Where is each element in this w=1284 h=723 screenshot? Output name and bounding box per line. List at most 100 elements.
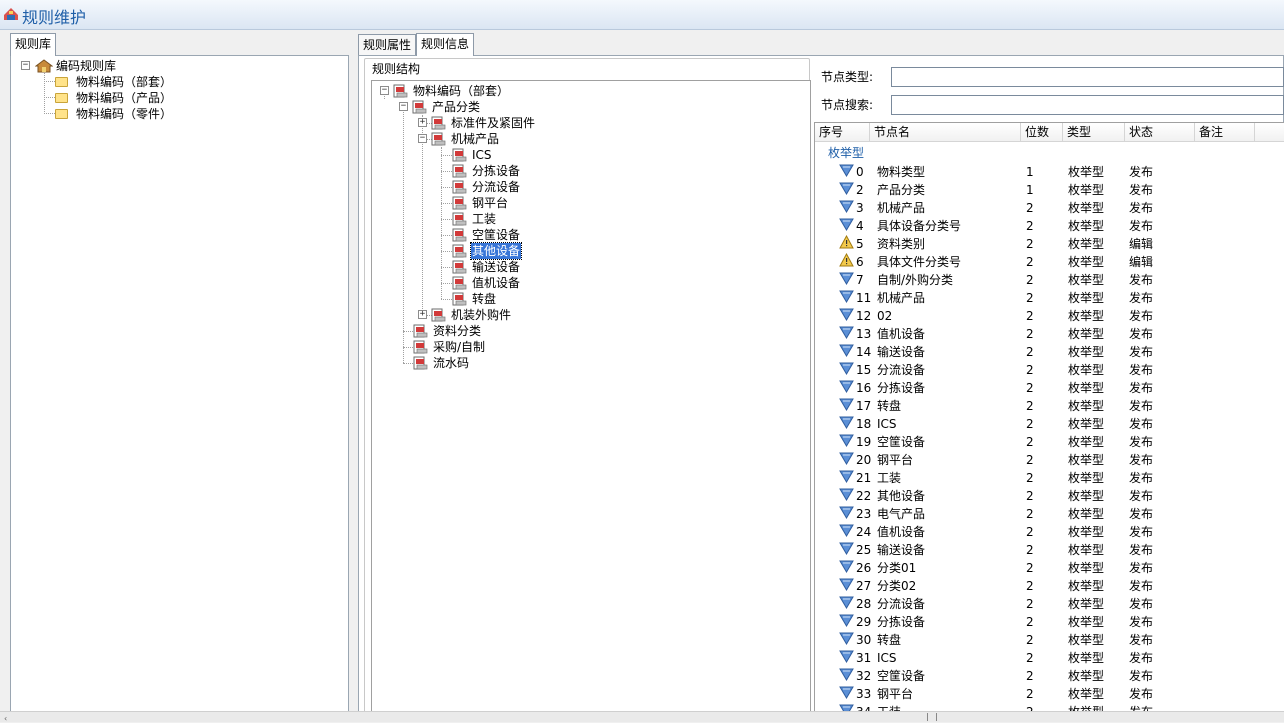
table-row[interactable]: 7 自制/外购分类 2 枚举型 发布 <box>815 271 1284 289</box>
rule-node-icon <box>413 324 428 338</box>
cell-type: 枚举型 <box>1068 381 1105 395</box>
table-row[interactable]: 6 具体文件分类号 2 枚举型 编辑 <box>815 252 1284 271</box>
table-row[interactable]: 21 工装 2 枚举型 发布 <box>815 469 1284 487</box>
table-row[interactable]: 23 电气产品 2 枚举型 发布 <box>815 505 1284 523</box>
cell-name: ICS <box>877 651 897 665</box>
down-triangle-icon <box>839 649 854 663</box>
down-triangle-icon <box>839 325 854 339</box>
col-digits-header[interactable]: 位数 <box>1021 123 1063 142</box>
col-seq-header[interactable]: 序号 <box>815 123 870 142</box>
collapse-icon[interactable]: − <box>418 134 427 143</box>
down-triangle-icon <box>839 469 854 483</box>
structure-node-label: 值机设备 <box>472 276 521 290</box>
table-row[interactable]: 20 钢平台 2 枚举型 发布 <box>815 451 1284 469</box>
col-name-header[interactable]: 节点名 <box>870 123 1021 142</box>
cell-type: 枚举型 <box>1068 669 1105 683</box>
cell-seq: 16 <box>856 381 872 395</box>
table-row[interactable]: 33 钢平台 2 枚举型 发布 <box>815 685 1284 703</box>
horizontal-scrollbar[interactable]: ‹ <box>0 711 1284 723</box>
cell-digits: 2 <box>1026 381 1034 395</box>
rule-node-icon <box>452 260 467 274</box>
title-bar: 规则维护 <box>0 0 1284 30</box>
down-triangle-icon <box>839 307 854 321</box>
cell-digits: 2 <box>1026 651 1034 665</box>
cell-name: 钢平台 <box>877 687 914 701</box>
col-status-header[interactable]: 状态 <box>1125 123 1195 142</box>
table-row[interactable]: 11 机械产品 2 枚举型 发布 <box>815 289 1284 307</box>
cell-digits: 2 <box>1026 597 1034 611</box>
down-triangle-icon <box>839 271 854 285</box>
expand-icon[interactable]: + <box>418 118 427 127</box>
table-row[interactable]: 14 输送设备 2 枚举型 发布 <box>815 343 1284 361</box>
table-row[interactable]: 26 分类01 2 枚举型 发布 <box>815 559 1284 577</box>
cell-type: 枚举型 <box>1068 687 1105 701</box>
table-row[interactable]: 3 机械产品 2 枚举型 发布 <box>815 199 1284 217</box>
cell-seq: 13 <box>856 327 872 341</box>
table-row[interactable]: 4 具体设备分类号 2 枚举型 发布 <box>815 217 1284 235</box>
table-row[interactable]: 30 转盘 2 枚举型 发布 <box>815 631 1284 649</box>
cell-name: 机械产品 <box>877 201 926 215</box>
cell-seq: 14 <box>856 345 872 359</box>
table-row[interactable]: 0 物料类型 1 枚举型 发布 <box>815 163 1284 181</box>
cell-status: 发布 <box>1129 633 1154 647</box>
table-row[interactable]: 19 空筐设备 2 枚举型 发布 <box>815 433 1284 451</box>
cell-seq: 31 <box>856 651 872 665</box>
table-row[interactable]: 25 输送设备 2 枚举型 发布 <box>815 541 1284 559</box>
cell-status: 发布 <box>1129 435 1154 449</box>
down-triangle-icon <box>839 613 854 627</box>
cell-type: 枚举型 <box>1068 327 1105 341</box>
cell-digits: 2 <box>1026 489 1034 503</box>
collapse-icon[interactable]: − <box>21 61 30 70</box>
col-type-header[interactable]: 类型 <box>1063 123 1125 142</box>
table-row[interactable]: 29 分拣设备 2 枚举型 发布 <box>815 613 1284 631</box>
table-row[interactable]: 5 资料类别 2 枚举型 编辑 <box>815 234 1284 253</box>
table-row[interactable]: 12 02 2 枚举型 发布 <box>815 307 1284 325</box>
table-row[interactable]: 18 ICS 2 枚举型 发布 <box>815 415 1284 433</box>
cell-name: 分类02 <box>877 579 917 593</box>
rule-node-icon <box>413 356 428 370</box>
cell-digits: 2 <box>1026 615 1034 629</box>
rule-node-icon <box>393 84 408 98</box>
table-row[interactable]: 15 分流设备 2 枚举型 发布 <box>815 361 1284 379</box>
rule-node-icon <box>452 276 467 290</box>
cell-name: 空筐设备 <box>877 435 926 449</box>
cell-name: 钢平台 <box>877 453 914 467</box>
node-type-field[interactable] <box>891 67 1284 87</box>
cell-type: 枚举型 <box>1068 255 1105 269</box>
tab-rule-properties[interactable]: 规则属性 <box>358 34 417 56</box>
tab-rule-info[interactable]: 规则信息 <box>416 33 475 56</box>
table-row[interactable]: 13 值机设备 2 枚举型 发布 <box>815 325 1284 343</box>
scroll-grip-icon[interactable] <box>927 713 937 721</box>
rule-node-icon <box>431 116 446 130</box>
collapse-icon[interactable]: − <box>380 86 389 95</box>
structure-node-label: 采购/自制 <box>433 340 486 354</box>
table-row[interactable]: 32 空筐设备 2 枚举型 发布 <box>815 667 1284 685</box>
table-row[interactable]: 2 产品分类 1 枚举型 发布 <box>815 181 1284 199</box>
down-triangle-icon <box>839 379 854 393</box>
col-note-header[interactable]: 备注 <box>1195 123 1255 142</box>
tab-rule-library[interactable]: 规则库 <box>10 33 57 56</box>
tree-label: 物料编码（零件） <box>76 107 173 121</box>
cell-seq: 26 <box>856 561 872 575</box>
structure-node-label: 空筐设备 <box>472 228 521 242</box>
table-row[interactable]: 27 分类02 2 枚举型 发布 <box>815 577 1284 595</box>
table-row[interactable]: 16 分拣设备 2 枚举型 发布 <box>815 379 1284 397</box>
cell-digits: 2 <box>1026 453 1034 467</box>
table-row[interactable]: 28 分流设备 2 枚举型 发布 <box>815 595 1284 613</box>
cell-digits: 2 <box>1026 669 1034 683</box>
table-row[interactable]: 24 值机设备 2 枚举型 发布 <box>815 523 1284 541</box>
node-search-field[interactable] <box>891 95 1284 115</box>
table-row[interactable]: 17 转盘 2 枚举型 发布 <box>815 397 1284 415</box>
collapse-icon[interactable]: − <box>399 102 408 111</box>
expand-icon[interactable]: + <box>418 310 427 319</box>
cell-seq: 15 <box>856 363 872 377</box>
cell-seq: 2 <box>856 183 864 197</box>
table-row[interactable]: 22 其他设备 2 枚举型 发布 <box>815 487 1284 505</box>
window-title: 规则维护 <box>22 8 87 27</box>
group-row-label[interactable]: 枚举型 <box>828 144 864 161</box>
cell-status: 发布 <box>1129 291 1154 305</box>
down-triangle-icon <box>839 505 854 519</box>
table-row[interactable]: 31 ICS 2 枚举型 发布 <box>815 649 1284 667</box>
cell-digits: 1 <box>1026 165 1034 179</box>
cell-seq: 24 <box>856 525 872 539</box>
